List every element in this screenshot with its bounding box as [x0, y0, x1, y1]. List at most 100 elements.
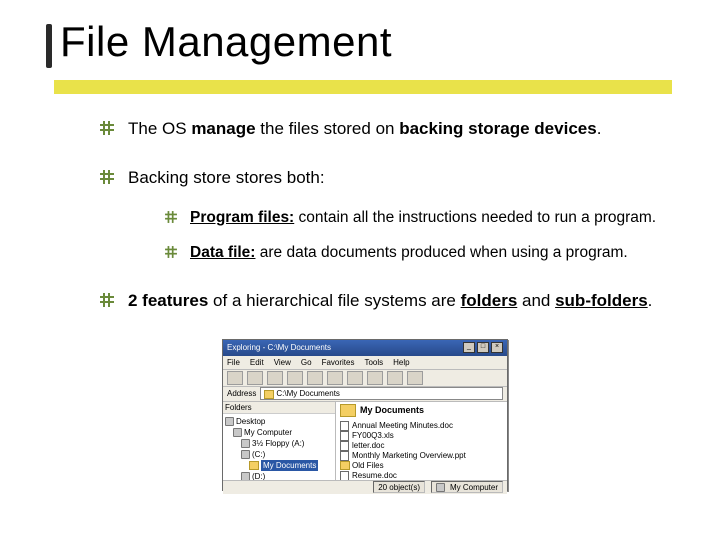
minimize-button[interactable]: _ — [463, 342, 475, 353]
tree-label: Desktop — [236, 417, 265, 426]
status-objects-text: 20 object(s) — [378, 483, 420, 492]
file-name: FY00Q3.xls — [352, 431, 394, 440]
bullet-2-text: Backing store stores both: — [128, 168, 325, 187]
menu-help[interactable]: Help — [393, 358, 409, 367]
maximize-button[interactable]: □ — [477, 342, 489, 353]
explorer-title-text: Exploring - C:\My Documents — [227, 343, 331, 352]
tree-node-mydocs[interactable]: My Documents — [225, 460, 333, 471]
folder-icon — [249, 461, 259, 470]
sub-bullet-2: Data file: are data documents produced w… — [164, 243, 670, 264]
drive-icon — [241, 439, 250, 448]
desktop-icon — [225, 417, 234, 426]
menu-go[interactable]: Go — [301, 358, 312, 367]
bullet-1-kw1: manage — [191, 119, 255, 138]
file-name: Annual Meeting Minutes.doc — [352, 421, 453, 430]
explorer-tree: Folders Desktop My Computer 3½ Floppy (A… — [223, 402, 336, 480]
file-row[interactable]: FY00Q3.xls — [340, 431, 503, 441]
drive-icon — [241, 472, 250, 480]
file-name: Monthly Marketing Overview.ppt — [352, 451, 466, 460]
address-input[interactable]: C:\My Documents — [260, 387, 503, 400]
tree-label: (D:) — [252, 472, 265, 480]
toolbar-up-button[interactable] — [267, 371, 283, 385]
file-row[interactable]: Monthly Marketing Overview.ppt — [340, 451, 503, 461]
explorer-addressbar: Address C:\My Documents — [223, 387, 507, 402]
sub-bullet-1: Program files: contain all the instructi… — [164, 208, 670, 229]
bullet-1-kw2: backing storage devices — [399, 119, 596, 138]
sub-1-text: contain all the instructions needed to r… — [294, 209, 656, 226]
toolbar-back-button[interactable] — [227, 371, 243, 385]
file-name: Resume.doc — [352, 471, 397, 479]
tree-node-c[interactable]: (C:) — [225, 449, 333, 460]
explorer-menubar: File Edit View Go Favorites Tools Help — [223, 356, 507, 370]
document-icon — [340, 431, 349, 441]
title-accent — [46, 24, 52, 68]
toolbar-copy-button[interactable] — [307, 371, 323, 385]
bullet-3-text-b: and — [517, 291, 555, 310]
toolbar-paste-button[interactable] — [327, 371, 343, 385]
menu-tools[interactable]: Tools — [364, 358, 383, 367]
file-name: Old Files — [352, 461, 384, 470]
toolbar-forward-button[interactable] — [247, 371, 263, 385]
explorer-window: Exploring - C:\My Documents _ □ × File E… — [222, 339, 508, 491]
page-title: File Management — [60, 18, 392, 66]
tree-node-desktop[interactable]: Desktop — [225, 416, 333, 427]
bullet-3-text-a: of a hierarchical file systems are — [208, 291, 460, 310]
bullet-3-kw1: folders — [461, 291, 518, 310]
menu-favorites[interactable]: Favorites — [322, 358, 355, 367]
computer-icon — [436, 483, 445, 492]
bullet-2: Backing store stores both: Program files… — [100, 167, 670, 264]
sub-bullet-list: Program files: contain all the instructi… — [164, 208, 670, 264]
window-controls: _ □ × — [463, 342, 503, 353]
menu-edit[interactable]: Edit — [250, 358, 264, 367]
toolbar-cut-button[interactable] — [287, 371, 303, 385]
document-icon — [340, 471, 349, 480]
sub-2-kw: Data file: — [190, 244, 255, 261]
file-row[interactable]: Resume.doc — [340, 471, 503, 480]
address-value: C:\My Documents — [276, 389, 340, 398]
menu-file[interactable]: File — [227, 358, 240, 367]
bullet-3-text-c: . — [648, 291, 653, 310]
tree-header: Folders — [223, 402, 335, 414]
hash-bullet-icon — [165, 246, 177, 258]
hash-bullet-icon — [165, 211, 177, 223]
sub-1-kw: Program files: — [190, 209, 294, 226]
close-button[interactable]: × — [491, 342, 503, 353]
document-icon — [340, 441, 349, 451]
tree-node-mycomputer[interactable]: My Computer — [225, 427, 333, 438]
folder-icon — [340, 461, 350, 470]
bullet-3-kw2: sub-folders — [555, 291, 648, 310]
bullet-1-text-c: . — [597, 119, 602, 138]
toolbar-views-button[interactable] — [407, 371, 423, 385]
explorer-filelist: My Documents Annual Meeting Minutes.doc … — [336, 402, 507, 480]
explorer-toolbar — [223, 370, 507, 387]
status-objects: 20 object(s) — [373, 481, 425, 493]
folder-icon — [264, 390, 274, 399]
toolbar-props-button[interactable] — [387, 371, 403, 385]
bullet-1-text-b: the files stored on — [256, 119, 400, 138]
toolbar-delete-button[interactable] — [367, 371, 383, 385]
bullet-1: The OS manage the files stored on backin… — [100, 118, 670, 141]
title-highlight — [54, 80, 672, 94]
tree-node-floppy[interactable]: 3½ Floppy (A:) — [225, 438, 333, 449]
tree-label: 3½ Floppy (A:) — [252, 439, 304, 448]
address-label: Address — [227, 389, 256, 398]
document-icon — [340, 421, 349, 431]
toolbar-undo-button[interactable] — [347, 371, 363, 385]
list-header-text: My Documents — [360, 405, 424, 415]
file-row[interactable]: Annual Meeting Minutes.doc — [340, 421, 503, 431]
status-drive-text: My Computer — [450, 483, 498, 492]
list-header: My Documents — [340, 404, 503, 417]
drive-icon — [241, 450, 250, 459]
explorer-titlebar: Exploring - C:\My Documents _ □ × — [223, 340, 507, 356]
document-icon — [340, 451, 349, 461]
tree-label: My Computer — [244, 428, 292, 437]
file-row[interactable]: Old Files — [340, 461, 503, 471]
file-row[interactable]: letter.doc — [340, 441, 503, 451]
folder-icon — [340, 404, 356, 417]
hash-bullet-icon — [100, 293, 114, 307]
bullet-3-kw0: 2 features — [128, 291, 208, 310]
menu-view[interactable]: View — [274, 358, 291, 367]
tree-node-d[interactable]: (D:) — [225, 471, 333, 480]
status-drive: My Computer — [431, 481, 503, 493]
file-name: letter.doc — [352, 441, 384, 450]
